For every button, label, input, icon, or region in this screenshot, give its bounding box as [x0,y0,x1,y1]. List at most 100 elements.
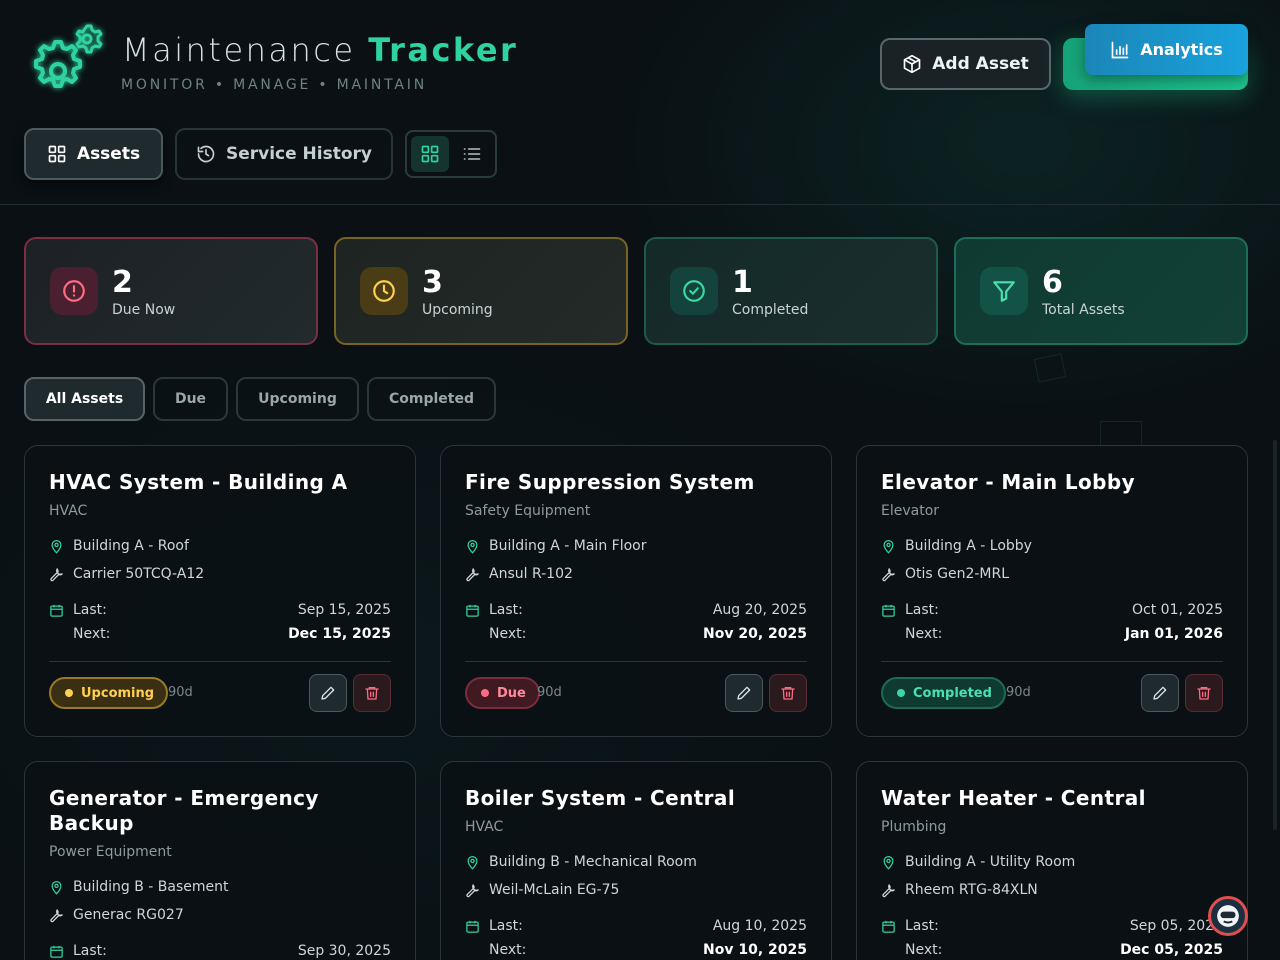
wrench-icon [882,567,895,581]
add-asset-button[interactable]: Add Asset [880,38,1051,90]
asset-category: Elevator [881,503,940,519]
asset-last-service-row: Last: Aug 10, 2025 [465,918,807,934]
tab-assets[interactable]: Assets [24,128,163,180]
asset-location-row: Building A - Roof [49,538,391,554]
clock-icon [373,280,395,302]
list-view-button[interactable] [453,136,491,172]
service-interval: 90d [1006,685,1031,700]
asset-card-6: Water Heater - Central Plumbing Building… [856,761,1248,960]
asset-card-2: Fire Suppression System Safety Equipment… [440,445,832,737]
asset-location: Building A - Roof [73,538,189,554]
next-label: Next: [489,942,527,958]
status-dot [897,689,905,697]
delete-button[interactable] [769,674,807,712]
stat-upcoming-icon-box [360,267,408,315]
view-toggle [405,130,497,178]
map-pin-icon [883,855,894,870]
asset-card-4: Generator - Emergency Backup Power Equip… [24,761,416,960]
next-label: Next: [73,626,111,642]
asset-next-service-date: Dec 15, 2025 [288,626,391,642]
map-pin-icon [467,855,478,870]
next-label: Next: [489,626,527,642]
asset-next-service-date: Nov 10, 2025 [703,942,807,958]
delete-button[interactable] [1185,674,1223,712]
app-title-main: Maintenance [122,31,356,69]
wrench-icon [466,883,479,897]
stat-total-icon-box [980,267,1028,315]
asset-model-row: Carrier 50TCQ-A12 [49,566,391,582]
asset-category: HVAC [49,503,88,519]
bar-chart-icon [1111,41,1129,58]
analytics-label: Analytics [1140,40,1223,59]
stat-total-assets: 6 Total Assets [954,237,1248,345]
asset-name: HVAC System - Building A [49,470,348,494]
analytics-button[interactable]: Analytics [1085,24,1248,75]
pencil-icon [1153,686,1167,700]
asset-location: Building A - Main Floor [489,538,647,554]
calendar-icon [882,604,895,617]
next-label: Next: [905,626,943,642]
edit-button[interactable] [725,674,763,712]
check-circle-icon [683,280,705,302]
stat-due-icon-box [50,267,98,315]
edit-button[interactable] [309,674,347,712]
filter-upcoming[interactable]: Upcoming [236,377,359,421]
asset-next-service-row: Next: Nov 20, 2025 [465,626,807,642]
asset-last-service-row: Last: Sep 05, 2025 [881,918,1223,934]
tab-service-history[interactable]: Service History [175,128,393,180]
asset-model: Weil-McLain EG-75 [489,882,620,898]
stat-completed-icon-box [670,267,718,315]
asset-last-service-row: Last: Sep 15, 2025 [49,602,391,618]
asset-name: Fire Suppression System [465,470,755,494]
scrollbar[interactable] [1273,440,1277,830]
app-title: Maintenance Tracker [122,31,518,69]
map-pin-icon [467,539,478,554]
asset-model-row: Weil-McLain EG-75 [465,882,807,898]
status-dot [65,689,73,697]
asset-card-1: HVAC System - Building A HVAC Building A… [24,445,416,737]
asset-model-row: Otis Gen2-MRL [881,566,1223,582]
asset-next-service-row: Next: Jan 01, 2026 [881,626,1223,642]
assistant-avatar[interactable] [1208,896,1248,936]
asset-name: Elevator - Main Lobby [881,470,1136,494]
stat-upcoming: 3 Upcoming [334,237,628,345]
asset-next-service-date: Nov 20, 2025 [703,626,807,642]
card-divider [465,661,807,662]
tab-service-history-label: Service History [225,144,373,164]
asset-model: Rheem RTG-84XLN [905,882,1038,898]
trash-icon [365,687,379,700]
asset-location-row: Building B - Basement [49,879,391,895]
stat-due-label: Due Now [112,302,176,318]
filter-completed[interactable]: Completed [367,377,496,421]
asset-next-service-date: Jan 01, 2026 [1124,626,1223,642]
robot-face-icon [1217,905,1239,927]
edit-button[interactable] [1141,674,1179,712]
status-badge: Due [465,677,540,709]
asset-location-row: Building A - Main Floor [465,538,807,554]
map-pin-icon [51,539,62,554]
asset-next-service-row: Next: Nov 10, 2025 [465,942,807,958]
filter-due[interactable]: Due [153,377,228,421]
asset-last-service-date: Oct 01, 2025 [1132,602,1223,618]
wrench-icon [882,883,895,897]
add-asset-label: Add Asset [932,54,1029,74]
asset-location-row: Building B - Mechanical Room [465,854,807,870]
background-decoration [1033,353,1067,383]
last-label: Last: [905,602,939,618]
wrench-icon [466,567,479,581]
delete-button[interactable] [353,674,391,712]
filter-all-assets[interactable]: All Assets [24,377,145,421]
asset-location: Building A - Lobby [905,538,1032,554]
grid-view-button[interactable] [411,136,449,172]
grid-icon [48,145,66,163]
stat-upcoming-value: 3 [422,265,443,300]
map-pin-icon [51,880,62,895]
asset-name: Boiler System - Central [465,786,736,810]
pencil-icon [321,686,335,700]
asset-last-service-row: Last: Oct 01, 2025 [881,602,1223,618]
history-icon [197,145,215,163]
asset-model-row: Generac RG027 [49,907,391,923]
asset-last-service-date: Aug 20, 2025 [712,602,807,618]
calendar-icon [50,604,63,617]
asset-name: Water Heater - Central [881,786,1146,810]
